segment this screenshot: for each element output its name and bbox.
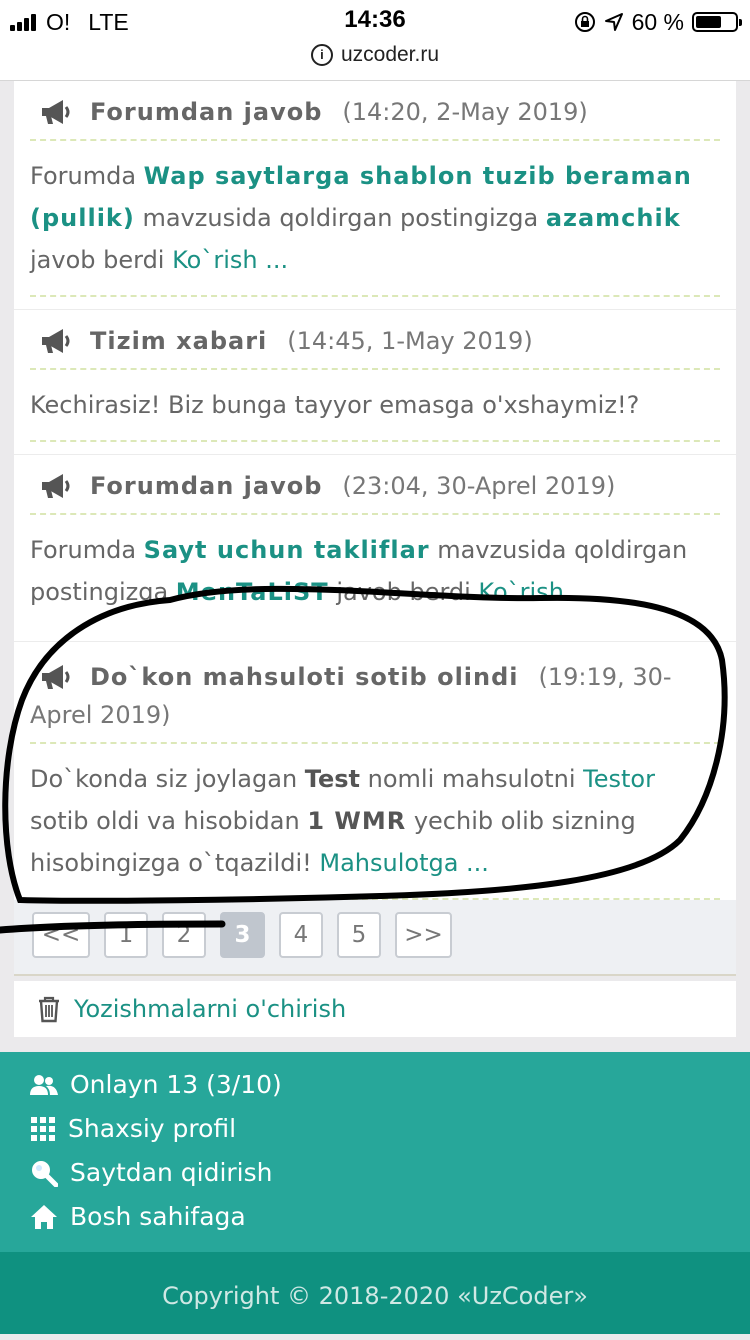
pagination: << 1 2 3 4 5 >> (14, 900, 736, 976)
footer-nav: Onlayn 13 (3/10) Shaxsiy profil Saytdan … (0, 1052, 750, 1252)
message-header: Forumdan javob (14:20, 2-May 2019) (30, 81, 720, 141)
message-title: Forumdan javob (90, 472, 323, 500)
url-text[interactable]: uzcoder.ru (341, 43, 439, 67)
view-link[interactable]: Ko`rish ... (172, 246, 288, 274)
message-text: javob berdi (328, 578, 479, 606)
message-title: Tizim xabari (90, 327, 268, 355)
user-link[interactable]: azamchik (546, 204, 681, 232)
location-icon (604, 13, 623, 31)
user-link[interactable]: MenTaLiST (176, 578, 329, 606)
message-item: Do`kon mahsuloti sotib olindi (19:19, 30-… (14, 642, 736, 900)
message-item: Forumdan javob (14:20, 2-May 2019) Forumd… (14, 81, 736, 310)
users-icon (30, 1074, 58, 1095)
home-link[interactable]: Bosh sahifaga (70, 1202, 246, 1231)
battery-icon (692, 12, 742, 32)
search-icon (32, 1160, 58, 1187)
grid-icon (31, 1116, 55, 1141)
megaphone-icon (42, 474, 70, 498)
message-body: Kechirasiz! Biz bunga tayyor emasga o'xs… (30, 370, 720, 442)
address-bar[interactable]: i uzcoder.ru (0, 40, 750, 70)
message-text: javob berdi (30, 246, 173, 274)
message-text: Forumda (30, 162, 144, 190)
online-count[interactable]: Onlayn 13 (3/10) (70, 1070, 282, 1099)
megaphone-icon (42, 329, 70, 353)
status-bar: O! LTE 14:36 60 % i uzcoder.ru (0, 0, 750, 81)
topic-link[interactable]: Sayt uchun takliflar (144, 536, 430, 564)
delete-messages-link[interactable]: Yozishmalarni o'chirish (74, 995, 346, 1023)
message-header: Forumdan javob (23:04, 30-Aprel 2019) (30, 455, 720, 515)
pagination-current: 3 (220, 912, 265, 958)
pagination-page[interactable]: 2 (162, 912, 206, 958)
lock-rotation-icon (574, 12, 595, 32)
buyer-link[interactable]: Testor (583, 765, 655, 793)
status-right: 60 % (574, 8, 742, 36)
message-text: Forumda (30, 536, 144, 564)
pagination-page[interactable]: 4 (279, 912, 323, 958)
view-link[interactable]: Ko`rish ... (478, 578, 594, 606)
message-text: Do`konda siz joylagan (30, 765, 305, 793)
footer-profile[interactable]: Shaxsiy profil (30, 1114, 236, 1143)
messages-list: Forumdan javob (14:20, 2-May 2019) Forumd… (14, 81, 736, 1037)
profile-link[interactable]: Shaxsiy profil (68, 1114, 236, 1143)
message-date: (14:45, 1-May 2019) (287, 327, 533, 355)
pagination-page[interactable]: 1 (104, 912, 148, 958)
pagination-next[interactable]: >> (395, 912, 452, 958)
footer-home[interactable]: Bosh sahifaga (30, 1202, 246, 1231)
message-title: Do`kon mahsuloti sotib olindi (90, 663, 519, 691)
message-body: Do`konda siz joylagan Test nomli mahsulo… (30, 744, 720, 900)
message-header: Tizim xabari (14:45, 1-May 2019) (30, 310, 720, 370)
message-text: sotib oldi va hisobidan (30, 807, 308, 835)
home-icon (31, 1204, 57, 1229)
product-link[interactable]: Mahsulotga ... (319, 849, 489, 877)
battery-percent: 60 % (631, 8, 684, 35)
message-header: Do`kon mahsuloti sotib olindi (19:19, 30-… (30, 642, 720, 744)
footer-online[interactable]: Onlayn 13 (3/10) (30, 1070, 282, 1099)
product-name: Test (304, 765, 360, 793)
footer-search[interactable]: Saytdan qidirish (30, 1158, 273, 1187)
message-date: (23:04, 30-Aprel 2019) (342, 472, 616, 500)
message-title: Forumdan javob (90, 98, 323, 126)
message-date: (14:20, 2-May 2019) (342, 98, 588, 126)
search-link[interactable]: Saytdan qidirish (70, 1158, 273, 1187)
message-body: Forumda Wap saytlarga shablon tuzib bera… (30, 141, 720, 297)
message-body: Forumda Sayt uchun takliflar mavzusida q… (30, 515, 720, 627)
message-item: Tizim xabari (14:45, 1-May 2019) Kechiras… (14, 310, 736, 455)
message-text: nomli mahsulotni (360, 765, 584, 793)
megaphone-icon (42, 665, 70, 689)
message-text: mavzusida qoldirgan postingizga (134, 204, 546, 232)
trash-icon[interactable] (36, 995, 62, 1023)
delete-messages-row[interactable]: Yozishmalarni o'chirish (14, 981, 736, 1037)
message-item: Forumdan javob (23:04, 30-Aprel 2019) For… (14, 455, 736, 642)
copyright: Copyright © 2018-2020 «UzCoder» (0, 1252, 750, 1334)
info-icon[interactable]: i (310, 44, 333, 66)
megaphone-icon (42, 100, 70, 124)
pagination-page[interactable]: 5 (337, 912, 381, 958)
pagination-prev[interactable]: << (32, 912, 90, 958)
amount: 1 WMR (307, 807, 407, 835)
